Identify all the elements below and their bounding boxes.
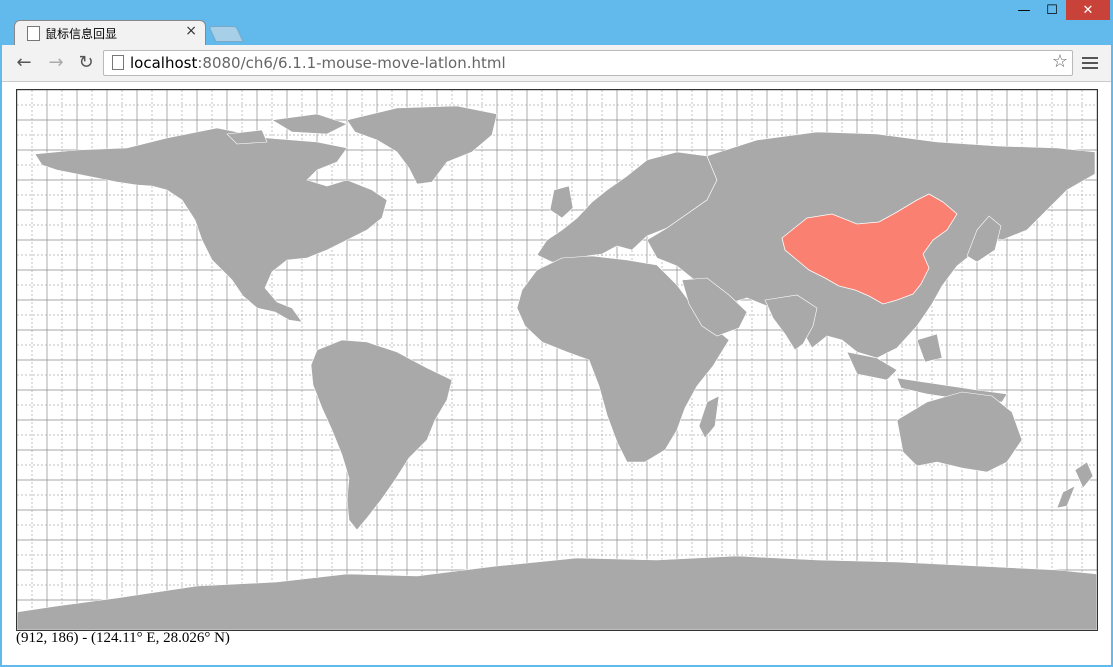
minimize-button[interactable]: — [1010,0,1038,20]
url-host: localhost [130,54,198,72]
antarctica [16,555,1098,631]
new-tab-button[interactable] [208,26,244,42]
tab-title: 鼠标信息回显 [45,27,118,41]
madagascar [698,395,720,439]
close-window-button[interactable]: ✕ [1066,0,1110,20]
forward-icon[interactable]: → [44,51,68,75]
north-america [34,127,388,323]
page-icon [112,55,124,70]
reload-icon[interactable]: ↻ [74,51,98,75]
close-icon[interactable]: × [185,23,197,39]
mouse-coordinate-readout: (912, 186) - (124.11° E, 28.026° N) [16,630,230,646]
page-content: (912, 186) - (124.11° E, 28.026° N) [2,82,1111,665]
url-text[interactable]: localhost:8080/ch6/6.1.1-mouse-move-latl… [130,54,506,72]
uk [549,185,574,219]
page-icon [27,26,40,41]
menu-icon[interactable] [1082,54,1098,72]
url-path: :8080/ch6/6.1.1-mouse-move-latlon.html [197,54,506,72]
map-svg[interactable] [16,89,1098,631]
greenland [346,105,498,185]
title-bar: 鼠标信息回显 × — ☐ ✕ [0,0,1113,47]
star-icon[interactable]: ☆ [1052,51,1068,72]
toolbar: ← → ↻ localhost:8080/ch6/6.1.1-mouse-mov… [2,45,1111,82]
back-icon[interactable]: ← [12,51,36,75]
maximize-button[interactable]: ☐ [1038,0,1066,20]
browser-tab[interactable]: 鼠标信息回显 × [14,20,206,47]
world-map[interactable] [16,89,1098,631]
address-bar[interactable]: localhost:8080/ch6/6.1.1-mouse-move-latl… [103,50,1073,76]
australia [896,391,1023,473]
new-zealand [1056,461,1094,509]
